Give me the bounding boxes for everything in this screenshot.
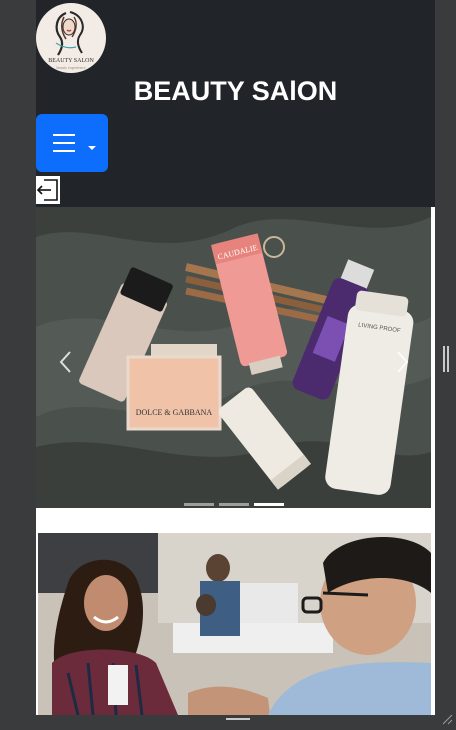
logout-button[interactable] [36,176,60,204]
slide-perfume-label: DOLCE & GABBANA [136,408,213,417]
salon-handshake-photo [38,533,431,715]
menu-toggle-button[interactable] [36,114,108,172]
navbar: BEAUTY SALON beauty experience BEAUTY SA… [36,0,435,207]
vertical-resize-handle[interactable] [443,346,449,372]
resize-grip-icon [442,714,453,725]
hamburger-icon-line [53,142,75,144]
product-carousel[interactable]: CAUDALIE DOLCE & GABBANA LIVING PROOF [36,207,431,508]
site-title: BEAUTY SAlON [133,76,338,106]
handshake-image [38,533,431,715]
window-frame-left [0,0,36,725]
resize-grip-icon[interactable] [440,712,454,725]
chevron-right-icon [397,351,409,373]
hamburger-icon [53,134,75,136]
carousel-slide-image: CAUDALIE DOLCE & GABBANA LIVING PROOF [36,207,431,508]
hamburger-icon-line [53,150,75,152]
carousel-indicator-3[interactable] [254,503,284,506]
window-frame-bottom [36,715,456,725]
carousel-prev-button[interactable] [56,347,76,377]
carousel-indicator-1[interactable] [184,503,214,506]
chevron-left-icon [59,351,71,373]
carousel-next-button[interactable] [392,347,412,377]
carousel-indicator-2[interactable] [219,503,249,506]
page-viewport: BEAUTY SALON beauty experience BEAUTY SA… [36,0,435,715]
logout-icon [36,179,58,201]
caret-down-icon [88,146,96,150]
horizontal-resize-handle[interactable] [226,718,250,720]
logo-text: BEAUTY SALON [48,58,94,64]
logo-tagline: beauty experience [56,65,86,70]
brand-logo[interactable]: BEAUTY SALON beauty experience [36,3,106,73]
carousel-indicators [184,503,284,507]
